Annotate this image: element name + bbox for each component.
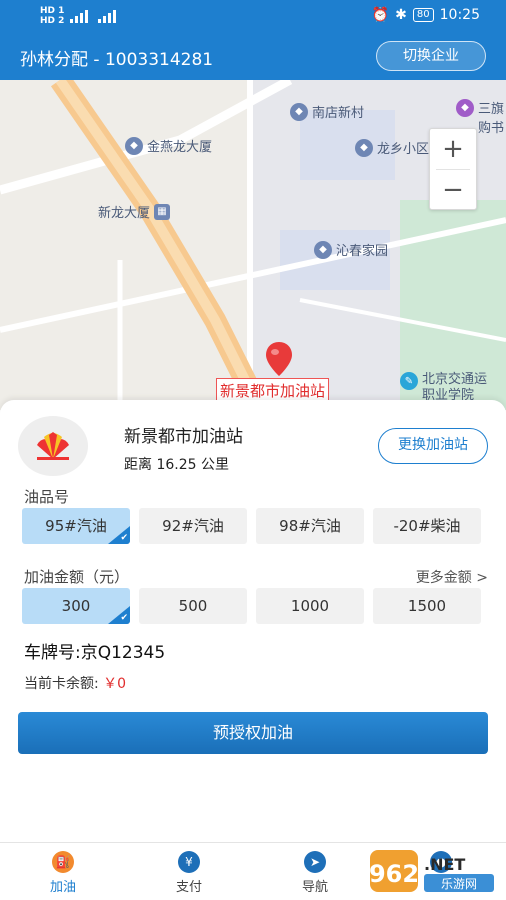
signal-icon xyxy=(70,9,96,26)
fuel-option-92[interactable]: 92#汽油 xyxy=(139,508,247,544)
nav-item-refuel[interactable]: ⛽ 加油 xyxy=(0,843,126,900)
station-name: 新景都市加油站 xyxy=(124,427,243,447)
poi-longxiang[interactable]: ◆ 龙乡小区 xyxy=(355,138,429,157)
poi-qinchun[interactable]: ◆ 沁春家园 xyxy=(314,240,388,259)
station-distance: 距离 16.25 公里 xyxy=(124,457,229,473)
petrochina-logo xyxy=(18,416,88,476)
switch-company-button[interactable]: 切换企业 xyxy=(376,41,486,71)
residence-icon: ◆ xyxy=(290,102,308,121)
poi-xinlong[interactable]: ▦ 新龙大厦 xyxy=(98,202,171,221)
bluetooth-icon: ✱ xyxy=(395,7,407,23)
sim2-label: HD 2 xyxy=(40,16,65,26)
fuel-type-label: 油品号 xyxy=(24,488,70,506)
alarm-icon: ⏰ xyxy=(371,7,390,23)
zoom-out-button[interactable]: − xyxy=(430,170,476,210)
amount-option-1500[interactable]: 1500 xyxy=(373,588,481,624)
amount-option-300[interactable]: 300 ✔ xyxy=(22,588,130,624)
pre-authorize-refuel-button[interactable]: 预授权加油 xyxy=(18,712,488,754)
checkmark-icon: ✔ xyxy=(120,533,128,543)
office-icon: ▦ xyxy=(154,203,171,220)
amount-options: 300 ✔ 500 1000 1500 xyxy=(22,588,481,624)
residence-icon: ◆ xyxy=(314,240,332,259)
signal-group: HD 1 HD 2 xyxy=(40,6,116,26)
change-station-button[interactable]: 更换加油站 xyxy=(378,428,488,464)
fuel-option-diesel[interactable]: -20#柴油 xyxy=(373,508,481,544)
shopping-icon: ◆ xyxy=(456,98,474,117)
header-title: 孙林分配 - 1003314281 xyxy=(20,50,214,70)
residence-icon: ◆ xyxy=(355,138,373,157)
fuel-option-95[interactable]: 95#汽油 ✔ xyxy=(22,508,130,544)
amount-label: 加油金额（元） xyxy=(24,568,130,586)
svg-text:.NET: .NET xyxy=(424,855,465,874)
more-amount-link[interactable]: 更多金额 > xyxy=(416,567,488,587)
pay-icon: ¥ xyxy=(178,851,200,873)
license-plate: 车牌号:京Q12345 xyxy=(24,643,166,663)
status-time: 10:25 xyxy=(439,7,480,23)
nav-item-navigation[interactable]: ➤ 导航 xyxy=(252,843,378,900)
battery-indicator: 80 xyxy=(412,8,434,22)
card-balance: 当前卡余额: ￥0 xyxy=(24,673,126,693)
svg-text:962: 962 xyxy=(370,860,419,888)
watermark-logo: 962 .NET 乐游网 xyxy=(370,850,494,892)
balance-value: ￥0 xyxy=(103,676,127,692)
app-header: 孙林分配 - 1003314281 切换企业 xyxy=(0,32,506,80)
zoom-in-button[interactable]: + xyxy=(430,129,476,169)
station-panel: 新景都市加油站 距离 16.25 公里 更换加油站 油品号 95#汽油 ✔ 92… xyxy=(0,400,506,842)
fuel-icon: ⛽ xyxy=(52,851,74,873)
status-right: ⏰ ✱ 80 10:25 xyxy=(372,7,480,23)
svg-text:乐游网: 乐游网 xyxy=(441,877,477,891)
amount-option-1000[interactable]: 1000 xyxy=(256,588,364,624)
building-icon: ◆ xyxy=(125,136,143,155)
amount-option-500[interactable]: 500 xyxy=(139,588,247,624)
balance-label: 当前卡余额: xyxy=(24,676,99,692)
checkmark-icon: ✔ xyxy=(120,613,128,623)
signal-icon-2 xyxy=(98,9,124,26)
navigation-icon: ➤ xyxy=(304,851,326,873)
fuel-option-98[interactable]: 98#汽油 xyxy=(256,508,364,544)
nav-item-pay[interactable]: ¥ 支付 xyxy=(126,843,252,900)
poi-nandian[interactable]: ◆ 南店新村 xyxy=(290,102,364,121)
fuel-options: 95#汽油 ✔ 92#汽油 98#汽油 -20#柴油 xyxy=(22,508,481,544)
status-bar: HD 1 HD 2 ⏰ ✱ 80 10:25 xyxy=(0,0,506,32)
poi-jinyanlong[interactable]: ◆ 金燕龙大厦 xyxy=(125,136,212,155)
map-view[interactable]: ◆ 南店新村 ◆ 三旗 购书 ◆ 金燕龙大厦 ◆ 龙乡小区 ▦ 新龙大厦 ◆ 沁… xyxy=(0,80,506,410)
zoom-control: + − xyxy=(429,128,477,210)
sim1-label: HD 1 xyxy=(40,6,65,16)
school-icon: ✎ xyxy=(400,372,418,390)
